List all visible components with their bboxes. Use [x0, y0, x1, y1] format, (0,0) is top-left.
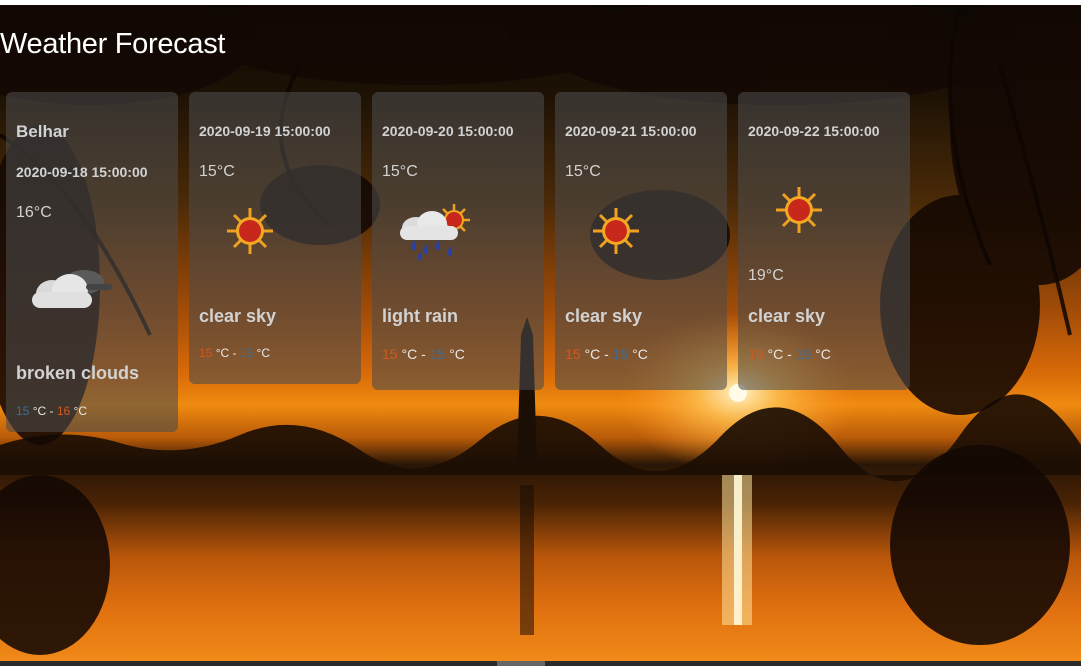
forecast-description: clear sky — [199, 306, 277, 326]
temp-unit: °C — [632, 346, 648, 362]
temp-unit: °C — [815, 346, 831, 362]
temp-min: 15 — [239, 346, 254, 360]
page-title: Weather Forecast — [0, 28, 226, 60]
forecast-date: 2020-09-20 15:00:00 — [382, 123, 514, 139]
temp-max: 15 — [565, 346, 581, 362]
temp-unit: °C — [449, 346, 465, 362]
range-separator: - — [417, 346, 430, 362]
forecast-card: 2020-09-22 15:00:00 19°C clear sky 19 °C… — [738, 92, 910, 390]
forecast-card: 2020-09-19 15:00:00 15°C clear sky 15 °C… — [189, 92, 361, 384]
forecast-card: 2020-09-20 15:00:00 15°C light rain 15 °… — [372, 92, 544, 390]
city-name: Belhar — [16, 122, 69, 141]
broken-clouds-icon — [32, 270, 112, 308]
clear-sky-icon — [227, 208, 273, 254]
temp-max: 19 — [748, 346, 764, 362]
current-temp-range: 15 °C - 16 °C — [16, 404, 87, 418]
forecast-temp: 15°C — [382, 163, 418, 180]
light-rain-icon — [400, 204, 470, 261]
temp-unit: °C — [32, 404, 47, 418]
temp-unit: °C — [73, 404, 88, 418]
forecast-temp: 19°C — [748, 267, 784, 284]
temp-max: 15 — [382, 346, 398, 362]
current-temp: 16°C — [16, 204, 52, 221]
forecast-date: 2020-09-19 15:00:00 — [199, 123, 331, 139]
forecast-temp: 15°C — [565, 163, 601, 180]
temp-min: 15 — [429, 346, 446, 362]
forecast-date: 2020-09-22 15:00:00 — [748, 123, 880, 139]
forecast-temp-range: 15 °C - 15 °C — [382, 346, 465, 362]
temp-max: 16 — [56, 404, 71, 418]
temp-unit: °C — [767, 346, 784, 362]
temp-min: 19 — [795, 346, 812, 362]
range-separator: - — [46, 404, 57, 418]
forecast-temp: 15°C — [199, 163, 235, 180]
temp-unit: °C — [584, 346, 601, 362]
temp-max: 15 — [199, 346, 213, 360]
clear-sky-icon — [593, 208, 639, 254]
current-date: 2020-09-18 15:00:00 — [16, 164, 148, 180]
range-separator: - — [229, 346, 240, 360]
temp-unit: °C — [215, 346, 230, 360]
forecast-description: light rain — [382, 306, 458, 326]
forecast-card: 2020-09-21 15:00:00 15°C clear sky 15 °C… — [555, 92, 727, 390]
forecast-description: clear sky — [565, 306, 643, 326]
forecast-description: clear sky — [748, 306, 826, 326]
range-separator: - — [600, 346, 613, 362]
forecast-date: 2020-09-21 15:00:00 — [565, 123, 697, 139]
horizontal-scrollbar[interactable] — [497, 661, 545, 666]
temp-unit: °C — [256, 346, 271, 360]
forecast-temp-range: 15 °C - 15 °C — [199, 346, 270, 360]
temp-min: 15 — [612, 346, 629, 362]
forecast-temp-range: 19 °C - 19 °C — [748, 346, 831, 362]
current-weather-card: Belhar 2020-09-18 15:00:00 16°C broken c… — [6, 92, 178, 432]
forecast-temp-range: 15 °C - 15 °C — [565, 346, 648, 362]
range-separator: - — [783, 346, 796, 362]
current-description: broken clouds — [16, 363, 140, 383]
temp-unit: °C — [401, 346, 418, 362]
clear-sky-icon — [776, 187, 822, 233]
temp-min: 15 — [16, 404, 30, 418]
